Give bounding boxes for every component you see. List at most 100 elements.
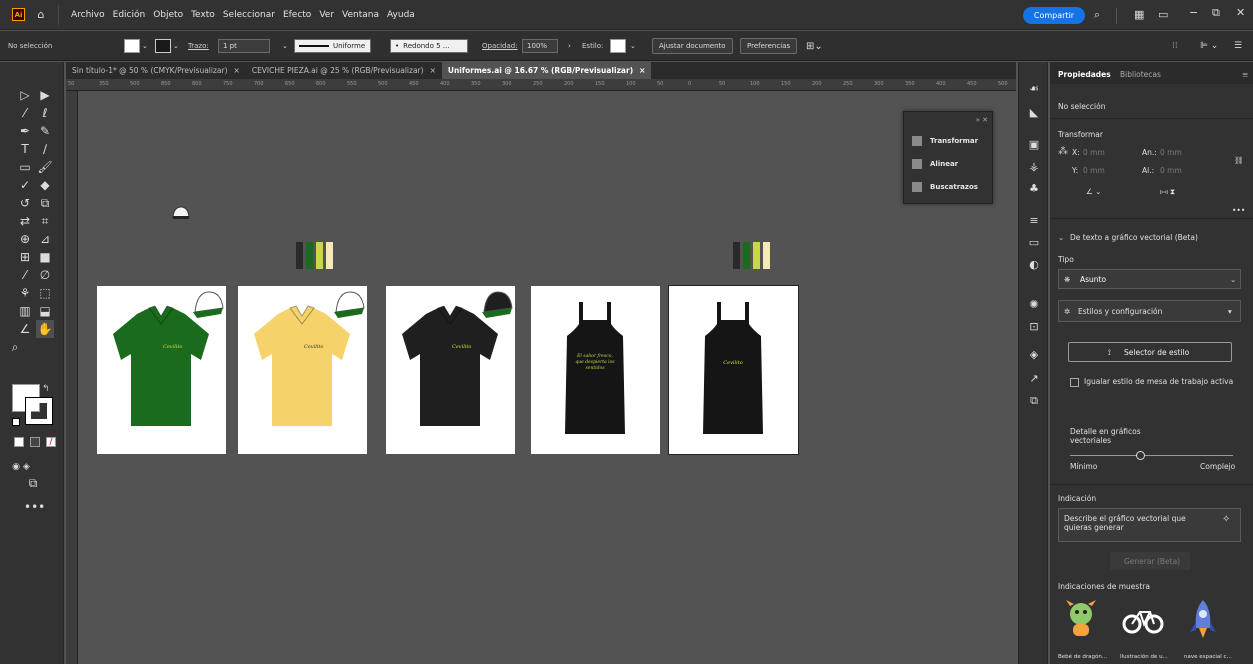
style-dropdown-icon[interactable]: ⌄	[630, 31, 636, 61]
type-tool-icon[interactable]: T	[16, 140, 34, 158]
more-options-icon[interactable]: •••	[1232, 206, 1245, 215]
height-field[interactable]: 0 mm	[1160, 166, 1182, 175]
symbols-icon[interactable]: ⊡	[1027, 320, 1041, 334]
symbol-sprayer-icon[interactable]: ⚘	[16, 284, 34, 302]
opacity-label[interactable]: Opacidad:	[482, 31, 518, 61]
angle-icon[interactable]: ∠ ⌄	[1086, 187, 1101, 196]
mesh-icon[interactable]: ⊞	[16, 248, 34, 266]
knife-icon[interactable]: ∠	[16, 320, 34, 338]
more-tools-icon[interactable]: •••	[24, 498, 45, 516]
tab-propiedades[interactable]: Propiedades	[1058, 70, 1111, 79]
tab-bibliotecas[interactable]: Bibliotecas	[1120, 70, 1161, 79]
stroke-dropdown-icon[interactable]: ⌄	[173, 31, 179, 61]
swap-icon[interactable]: ↰	[42, 384, 50, 394]
gradient-icon[interactable]: ■	[36, 248, 54, 266]
rectangle-tool-icon[interactable]: ▭	[16, 158, 34, 176]
maximize-icon[interactable]: ⧉	[1212, 6, 1220, 20]
stroke-weight-field[interactable]: 1 pt	[218, 39, 270, 53]
adjust-document-button[interactable]: Ajustar documento	[652, 38, 733, 54]
flip-icon[interactable]: ▹◃ ⧗	[1160, 187, 1175, 197]
width-field[interactable]: 0 mm	[1160, 148, 1182, 157]
gradient-panel-icon[interactable]: ▭	[1027, 236, 1041, 250]
rotate-icon[interactable]: ↺	[16, 194, 34, 212]
slice-icon[interactable]: ⬓	[36, 302, 54, 320]
search-icon[interactable]: ⌕	[1094, 8, 1100, 22]
dragon-sample-icon[interactable]	[1062, 598, 1100, 640]
menu-efecto[interactable]: Efecto	[283, 10, 311, 20]
panel-icon[interactable]: ▭	[1158, 8, 1168, 21]
stroke-panel-icon[interactable]: ≡	[1027, 214, 1041, 228]
y-field[interactable]: 0 mm	[1083, 166, 1105, 175]
artboard[interactable]: Cevilito	[97, 286, 226, 454]
gradient-mode-icon[interactable]	[30, 437, 40, 447]
opacity-field[interactable]: 100%	[522, 39, 558, 53]
screen-mode-icon[interactable]: ⧉	[24, 474, 42, 492]
appearance-icon[interactable]: ♣	[1027, 182, 1041, 196]
color-swatches-left[interactable]	[296, 242, 333, 269]
artboard[interactable]: Cevilito	[238, 286, 367, 454]
selection-tool-icon[interactable]: ▷	[16, 86, 34, 104]
chevron-down-icon[interactable]: ⌄	[282, 31, 288, 61]
artboard[interactable]: Cevilito	[668, 285, 799, 455]
shaper-icon[interactable]: ✓	[16, 176, 34, 194]
artboards-panel-icon[interactable]: ⧉	[1027, 394, 1041, 408]
export-icon[interactable]: ↗	[1027, 372, 1041, 386]
tab-close-icon[interactable]: ×	[430, 66, 436, 75]
menu-ayuda[interactable]: Ayuda	[387, 10, 415, 20]
lightbulb-icon[interactable]: ✧	[1222, 514, 1230, 525]
line-tool-icon[interactable]: ∕	[36, 140, 54, 158]
panel-item-alinear[interactable]: Alinear	[912, 159, 958, 169]
style-swatch[interactable]	[610, 39, 626, 53]
panel-collapse-icon[interactable]: » ✕	[976, 116, 988, 124]
tab-close-icon[interactable]: ×	[639, 66, 645, 75]
pen-tool-icon[interactable]: ✒	[16, 122, 34, 140]
graph-tool-icon[interactable]: ▥	[16, 302, 34, 320]
layers-icon[interactable]: ◣	[1027, 106, 1041, 120]
artboard[interactable]: El sabor fresco, que despierta los senti…	[531, 286, 660, 454]
eyedropper-icon[interactable]: ⁄	[16, 266, 34, 284]
fill-swatch[interactable]	[124, 39, 140, 53]
shape-builder-icon[interactable]: ⊕	[16, 230, 34, 248]
detail-slider-handle[interactable]	[1136, 451, 1145, 460]
libraries-icon[interactable]: ⚶	[1027, 160, 1041, 174]
preferences-button[interactable]: Preferencias	[740, 38, 798, 54]
tab-close-icon[interactable]: ×	[234, 66, 240, 75]
menu-ventana[interactable]: Ventana	[342, 10, 379, 20]
brushes-icon[interactable]: ☙	[1027, 82, 1041, 96]
reference-point-icon[interactable]: ⁂	[1058, 146, 1068, 157]
section-title[interactable]: De texto a gráfico vectorial (Beta)	[1070, 233, 1198, 242]
direct-selection-icon[interactable]: ▶	[36, 86, 54, 104]
match-style-checkbox[interactable]	[1070, 378, 1079, 387]
free-transform-icon[interactable]: ⌗	[36, 212, 54, 230]
color-mode-icon[interactable]	[14, 437, 24, 447]
menu-texto[interactable]: Texto	[191, 10, 215, 20]
artboard[interactable]: Cevilito	[386, 286, 515, 454]
default-colors-icon[interactable]	[12, 418, 20, 426]
menu-seleccionar[interactable]: Seleccionar	[223, 10, 275, 20]
stroke-profile-dropdown[interactable]: Uniforme	[294, 39, 371, 53]
arrange-icon[interactable]: ⊞⌄	[806, 31, 823, 61]
tab-sin-titulo[interactable]: Sin título-1* @ 50 % (CMYK/Previsualizar…	[66, 62, 246, 79]
sun-icon[interactable]: ✺	[1027, 298, 1041, 312]
image-trace-icon[interactable]: ▣	[1027, 138, 1041, 152]
stroke-swatch[interactable]	[155, 39, 171, 53]
home-icon[interactable]: ⌂	[35, 8, 47, 21]
menu-objeto[interactable]: Objeto	[153, 10, 183, 20]
bicycle-sample-icon[interactable]	[1122, 602, 1164, 636]
cap-mockup[interactable]	[172, 206, 190, 220]
detail-slider-track[interactable]	[1070, 455, 1233, 456]
perspective-icon[interactable]: ⊿	[36, 230, 54, 248]
graphic-styles-icon[interactable]: ◈	[1027, 348, 1041, 362]
magic-wand-icon[interactable]: ⁄	[16, 104, 34, 122]
tab-ceviche[interactable]: CEVICHE PIEZA.ai @ 25 % (RGB/Previsualiz…	[245, 62, 442, 79]
blend-icon[interactable]: ∅	[36, 266, 54, 284]
brush-dropdown[interactable]: • Redondo 5 ...	[390, 39, 468, 53]
minimize-icon[interactable]: −	[1189, 6, 1198, 19]
width-tool-icon[interactable]: ⇄	[16, 212, 34, 230]
artboard-icon[interactable]: ⬚	[36, 284, 54, 302]
chevron-down-icon[interactable]: ⌄	[1058, 233, 1064, 242]
rocket-sample-icon[interactable]	[1188, 598, 1218, 640]
lasso-icon[interactable]: ℓ	[36, 104, 54, 122]
panel-item-transformar[interactable]: Transformar	[912, 136, 978, 146]
paintbrush-icon[interactable]: 🖌	[36, 158, 54, 176]
